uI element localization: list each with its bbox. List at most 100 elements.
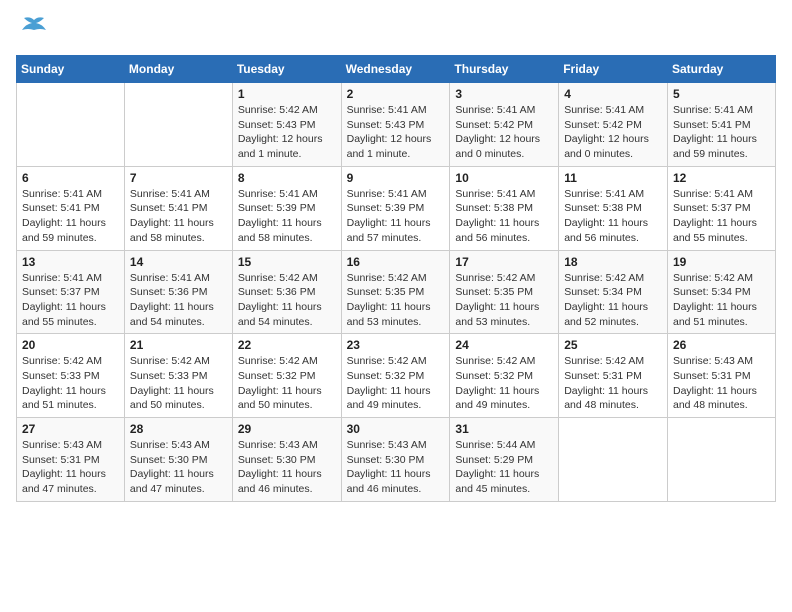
day-number: 29 <box>238 422 336 436</box>
day-info: Sunrise: 5:42 AMSunset: 5:32 PMDaylight:… <box>347 354 445 413</box>
week-row-3: 13 Sunrise: 5:41 AMSunset: 5:37 PMDayligh… <box>17 250 776 334</box>
day-info: Sunrise: 5:41 AMSunset: 5:42 PMDaylight:… <box>564 103 662 162</box>
day-number: 3 <box>455 87 553 101</box>
calendar-cell: 14 Sunrise: 5:41 AMSunset: 5:36 PMDayligh… <box>124 250 232 334</box>
calendar-cell: 11Sunrise: 5:41 AMSunset: 5:38 PMDayligh… <box>559 166 668 250</box>
calendar-cell: 29 Sunrise: 5:43 AMSunset: 5:30 PMDayligh… <box>232 418 341 502</box>
day-number: 25 <box>564 338 662 352</box>
calendar-cell: 4 Sunrise: 5:41 AMSunset: 5:42 PMDaylight… <box>559 83 668 167</box>
day-info: Sunrise: 5:43 AMSunset: 5:31 PMDaylight:… <box>673 354 770 413</box>
day-number: 21 <box>130 338 227 352</box>
day-info: Sunrise: 5:41 AMSunset: 5:41 PMDaylight:… <box>673 103 770 162</box>
weekday-header-saturday: Saturday <box>668 56 776 83</box>
day-info: Sunrise: 5:42 AMSunset: 5:32 PMDaylight:… <box>455 354 553 413</box>
calendar-cell: 1 Sunrise: 5:42 AMSunset: 5:43 PMDaylight… <box>232 83 341 167</box>
week-row-4: 20 Sunrise: 5:42 AMSunset: 5:33 PMDayligh… <box>17 334 776 418</box>
day-info: Sunrise: 5:42 AMSunset: 5:35 PMDaylight:… <box>455 271 553 330</box>
day-info: Sunrise: 5:41 AMSunset: 5:39 PMDaylight:… <box>347 187 445 246</box>
calendar-cell: 3 Sunrise: 5:41 AMSunset: 5:42 PMDaylight… <box>450 83 559 167</box>
day-number: 1 <box>238 87 336 101</box>
day-info: Sunrise: 5:43 AMSunset: 5:31 PMDaylight:… <box>22 438 119 497</box>
day-info: Sunrise: 5:42 AMSunset: 5:34 PMDaylight:… <box>673 271 770 330</box>
calendar-cell: 2 Sunrise: 5:41 AMSunset: 5:43 PMDaylight… <box>341 83 450 167</box>
day-number: 27 <box>22 422 119 436</box>
calendar-cell: 21Sunrise: 5:42 AMSunset: 5:33 PMDayligh… <box>124 334 232 418</box>
day-info: Sunrise: 5:42 AMSunset: 5:31 PMDaylight:… <box>564 354 662 413</box>
weekday-header-tuesday: Tuesday <box>232 56 341 83</box>
day-info: Sunrise: 5:42 AMSunset: 5:32 PMDaylight:… <box>238 354 336 413</box>
day-number: 23 <box>347 338 445 352</box>
calendar-cell: 18 Sunrise: 5:42 AMSunset: 5:34 PMDayligh… <box>559 250 668 334</box>
day-info: Sunrise: 5:43 AMSunset: 5:30 PMDaylight:… <box>347 438 445 497</box>
day-number: 8 <box>238 171 336 185</box>
logo-bird-icon <box>20 16 48 43</box>
calendar-cell: 13 Sunrise: 5:41 AMSunset: 5:37 PMDayligh… <box>17 250 125 334</box>
weekday-header-friday: Friday <box>559 56 668 83</box>
day-number: 10 <box>455 171 553 185</box>
day-info: Sunrise: 5:41 AMSunset: 5:43 PMDaylight:… <box>347 103 445 162</box>
day-info: Sunrise: 5:41 AMSunset: 5:36 PMDaylight:… <box>130 271 227 330</box>
day-number: 17 <box>455 255 553 269</box>
day-info: Sunrise: 5:41 AMSunset: 5:38 PMDaylight:… <box>455 187 553 246</box>
calendar-cell: 28 Sunrise: 5:43 AMSunset: 5:30 PMDayligh… <box>124 418 232 502</box>
day-number: 5 <box>673 87 770 101</box>
day-info: Sunrise: 5:43 AMSunset: 5:30 PMDaylight:… <box>238 438 336 497</box>
day-number: 2 <box>347 87 445 101</box>
day-number: 16 <box>347 255 445 269</box>
day-info: Sunrise: 5:41 AMSunset: 5:41 PMDaylight:… <box>130 187 227 246</box>
day-number: 30 <box>347 422 445 436</box>
day-info: Sunrise: 5:42 AMSunset: 5:35 PMDaylight:… <box>347 271 445 330</box>
weekday-header-wednesday: Wednesday <box>341 56 450 83</box>
day-number: 9 <box>347 171 445 185</box>
calendar-cell <box>559 418 668 502</box>
calendar-cell: 27 Sunrise: 5:43 AMSunset: 5:31 PMDayligh… <box>17 418 125 502</box>
day-info: Sunrise: 5:42 AMSunset: 5:36 PMDaylight:… <box>238 271 336 330</box>
calendar-cell: 25 Sunrise: 5:42 AMSunset: 5:31 PMDayligh… <box>559 334 668 418</box>
weekday-header-thursday: Thursday <box>450 56 559 83</box>
day-number: 20 <box>22 338 119 352</box>
calendar-cell: 9 Sunrise: 5:41 AMSunset: 5:39 PMDaylight… <box>341 166 450 250</box>
day-info: Sunrise: 5:41 AMSunset: 5:42 PMDaylight:… <box>455 103 553 162</box>
calendar-cell: 7 Sunrise: 5:41 AMSunset: 5:41 PMDaylight… <box>124 166 232 250</box>
calendar-cell: 8 Sunrise: 5:41 AMSunset: 5:39 PMDaylight… <box>232 166 341 250</box>
day-info: Sunrise: 5:41 AMSunset: 5:37 PMDaylight:… <box>673 187 770 246</box>
day-info: Sunrise: 5:44 AMSunset: 5:29 PMDaylight:… <box>455 438 553 497</box>
calendar-cell: 6 Sunrise: 5:41 AMSunset: 5:41 PMDaylight… <box>17 166 125 250</box>
day-number: 4 <box>564 87 662 101</box>
day-number: 18 <box>564 255 662 269</box>
calendar-cell: 16 Sunrise: 5:42 AMSunset: 5:35 PMDayligh… <box>341 250 450 334</box>
calendar-cell: 24 Sunrise: 5:42 AMSunset: 5:32 PMDayligh… <box>450 334 559 418</box>
calendar-cell: 20 Sunrise: 5:42 AMSunset: 5:33 PMDayligh… <box>17 334 125 418</box>
weekday-header-row: SundayMondayTuesdayWednesdayThursdayFrid… <box>17 56 776 83</box>
calendar-cell: 19 Sunrise: 5:42 AMSunset: 5:34 PMDayligh… <box>668 250 776 334</box>
weekday-header-sunday: Sunday <box>17 56 125 83</box>
day-number: 6 <box>22 171 119 185</box>
day-number: 31 <box>455 422 553 436</box>
day-number: 28 <box>130 422 227 436</box>
calendar-cell: 31 Sunrise: 5:44 AMSunset: 5:29 PMDayligh… <box>450 418 559 502</box>
day-number: 14 <box>130 255 227 269</box>
page-header <box>16 16 776 43</box>
day-info: Sunrise: 5:42 AMSunset: 5:33 PMDaylight:… <box>22 354 119 413</box>
day-number: 22 <box>238 338 336 352</box>
day-number: 24 <box>455 338 553 352</box>
week-row-5: 27 Sunrise: 5:43 AMSunset: 5:31 PMDayligh… <box>17 418 776 502</box>
calendar-table: SundayMondayTuesdayWednesdayThursdayFrid… <box>16 55 776 502</box>
day-info: Sunrise: 5:41 AMSunset: 5:39 PMDaylight:… <box>238 187 336 246</box>
day-number: 7 <box>130 171 227 185</box>
calendar-cell: 15Sunrise: 5:42 AMSunset: 5:36 PMDayligh… <box>232 250 341 334</box>
day-info: Sunrise: 5:43 AMSunset: 5:30 PMDaylight:… <box>130 438 227 497</box>
calendar-cell <box>124 83 232 167</box>
calendar-cell: 22 Sunrise: 5:42 AMSunset: 5:32 PMDayligh… <box>232 334 341 418</box>
day-info: Sunrise: 5:41 AMSunset: 5:37 PMDaylight:… <box>22 271 119 330</box>
day-number: 19 <box>673 255 770 269</box>
week-row-2: 6 Sunrise: 5:41 AMSunset: 5:41 PMDaylight… <box>17 166 776 250</box>
day-info: Sunrise: 5:41 AMSunset: 5:38 PMDaylight:… <box>564 187 662 246</box>
calendar-cell: 5 Sunrise: 5:41 AMSunset: 5:41 PMDaylight… <box>668 83 776 167</box>
calendar-cell <box>668 418 776 502</box>
day-info: Sunrise: 5:42 AMSunset: 5:43 PMDaylight:… <box>238 103 336 162</box>
day-info: Sunrise: 5:41 AMSunset: 5:41 PMDaylight:… <box>22 187 119 246</box>
day-info: Sunrise: 5:42 AMSunset: 5:34 PMDaylight:… <box>564 271 662 330</box>
day-number: 13 <box>22 255 119 269</box>
logo <box>16 16 48 43</box>
